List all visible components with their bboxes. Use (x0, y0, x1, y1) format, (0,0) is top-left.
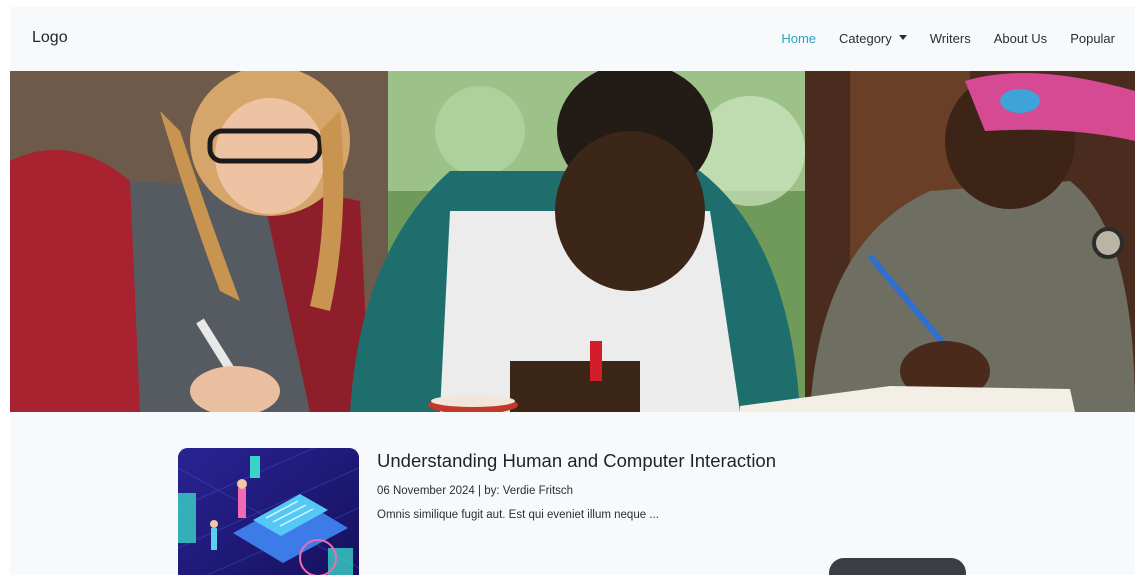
site-container: Logo Home Category Writers About Us Popu… (10, 7, 1135, 575)
nav-item-label: Category (839, 31, 892, 46)
nav-item-label: Home (781, 31, 817, 46)
post-meta: 06 November 2024 | by: Verdie Fritsch (377, 485, 573, 497)
hero-image (10, 71, 1135, 412)
post-card[interactable]: Understanding Human and Computer Interac… (178, 448, 978, 575)
floating-button[interactable] (829, 558, 966, 575)
post-author[interactable]: Verdie Fritsch (503, 485, 573, 497)
nav-item-popular[interactable]: Popular (1070, 31, 1115, 46)
nav-item-about-us[interactable]: About Us (994, 31, 1047, 46)
post-excerpt: Omnis similique fugit aut. Est qui eveni… (377, 509, 659, 521)
author-prefix: by: (484, 485, 500, 497)
post-date: 06 November 2024 (377, 485, 475, 497)
page: Logo Home Category Writers About Us Popu… (0, 0, 1135, 575)
nav-item-home[interactable]: Home (781, 31, 816, 46)
post-title[interactable]: Understanding Human and Computer Interac… (377, 450, 776, 472)
caret-down-icon (898, 35, 907, 40)
nav-item-label: About Us (993, 31, 1048, 46)
nav-item-writers[interactable]: Writers (930, 31, 971, 46)
nav-item-label: Writers (929, 31, 971, 46)
nav-menu: Home Category Writers About Us Popular (758, 31, 1115, 46)
logo[interactable]: Logo (32, 29, 68, 47)
nav-item-label: Popular (1070, 31, 1115, 46)
post-thumbnail[interactable] (178, 448, 359, 575)
meta-separator: | (478, 485, 482, 497)
nav-item-category[interactable]: Category (839, 31, 907, 46)
navbar: Logo Home Category Writers About Us Popu… (10, 7, 1135, 71)
